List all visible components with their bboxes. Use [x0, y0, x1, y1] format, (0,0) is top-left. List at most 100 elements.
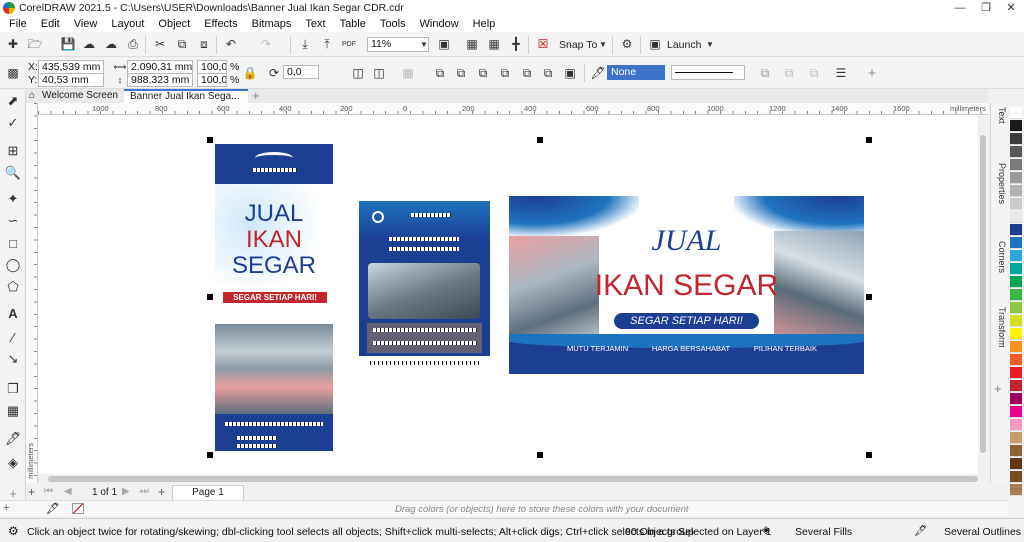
cloud-upload-icon[interactable]: ☁ [103, 36, 119, 52]
pick-tool-icon[interactable]: ⬈ [4, 92, 22, 110]
menu-view[interactable]: View [68, 18, 106, 30]
undo-icon[interactable]: ↶ [223, 36, 239, 52]
export-icon[interactable]: ⤒ [319, 36, 335, 52]
add-color-icon[interactable]: + [3, 502, 9, 514]
color-swatch[interactable] [1010, 328, 1022, 340]
ellipse-tool-icon[interactable]: ◯ [4, 256, 22, 274]
add-tab-icon[interactable]: + [248, 89, 266, 103]
open-folder-icon[interactable]: 🗁 [27, 36, 43, 52]
menu-layout[interactable]: Layout [105, 18, 152, 30]
color-swatch[interactable] [1010, 445, 1022, 457]
horizontal-ruler[interactable]: 1000 800 600 400 200 0 200 400 600 800 1… [38, 103, 988, 115]
color-swatch[interactable] [1010, 237, 1022, 249]
rectangle-tool-icon[interactable]: □ [4, 234, 22, 252]
connector-tool-icon[interactable]: ↘ [4, 350, 22, 368]
width-field[interactable]: 2.090,31 mm [127, 60, 193, 74]
horizontal-scrollbar[interactable] [38, 474, 988, 484]
previous-page-icon[interactable]: ◀ [64, 486, 72, 497]
docker-tab-transform[interactable]: Transform [993, 307, 1007, 348]
scale-height-field[interactable]: 100,0 [197, 73, 227, 87]
quick-customize-icon[interactable]: ⧉ [806, 65, 822, 81]
intersect-icon[interactable]: ▣ [562, 65, 578, 81]
outline-pen-icon[interactable]: 🖋 [914, 524, 927, 537]
chevron-down-icon[interactable]: ▼ [597, 37, 609, 53]
reference-point-icon[interactable]: ▩ [5, 65, 21, 81]
menu-table[interactable]: Table [334, 18, 374, 30]
color-swatch[interactable] [1010, 159, 1022, 171]
align-icon[interactable]: ☰ [833, 65, 849, 81]
copy-icon[interactable]: ⧉ [174, 36, 190, 52]
page-tab[interactable]: Page 1 [172, 485, 244, 500]
add-docker-icon[interactable]: + [994, 381, 1002, 396]
scroll-thumb[interactable] [48, 476, 978, 482]
next-page-icon[interactable]: ▶ [122, 486, 130, 497]
menu-edit[interactable]: Edit [35, 18, 68, 30]
paste-icon[interactable]: ⧈ [196, 36, 212, 52]
cloud-download-icon[interactable]: ☁ [81, 36, 97, 52]
selection-handle[interactable] [207, 294, 213, 300]
docker-tab-properties[interactable]: Properties [993, 163, 1007, 204]
minimize-button[interactable]: — [947, 0, 973, 16]
menu-help[interactable]: Help [467, 18, 504, 30]
chevron-down-icon[interactable]: ▼ [704, 37, 716, 53]
y-position-field[interactable]: 40,53 mm [38, 73, 104, 87]
color-swatch[interactable] [1010, 393, 1022, 405]
launch-icon[interactable]: ▣ [647, 36, 663, 52]
chevron-down-icon[interactable]: ▼ [418, 37, 430, 53]
artistic-media-tool-icon[interactable]: ∽ [4, 212, 22, 230]
color-swatch[interactable] [1010, 120, 1022, 132]
rotate-icon[interactable]: ⟳ [266, 65, 282, 81]
mirror-horizontal-icon[interactable]: ◫ [350, 65, 366, 81]
color-swatch[interactable] [1010, 289, 1022, 301]
tab-welcome-screen[interactable]: ⌂ Welcome Screen [26, 89, 124, 103]
color-swatch[interactable] [1010, 354, 1022, 366]
color-swatch[interactable] [1010, 198, 1022, 210]
no-color-swatch[interactable] [72, 503, 84, 514]
menu-tools[interactable]: Tools [374, 18, 414, 30]
save-icon[interactable]: 💾 [60, 36, 76, 52]
first-page-icon[interactable]: ⏮ [44, 486, 53, 497]
selection-handle[interactable] [866, 452, 872, 458]
selection-handle[interactable] [537, 452, 543, 458]
color-swatch[interactable] [1010, 224, 1022, 236]
publish-pdf-icon[interactable]: PDF [341, 36, 357, 52]
outline-pen-icon[interactable]: 🖋 [590, 65, 606, 81]
gear-icon[interactable]: ⚙ [8, 524, 19, 538]
weld-icon[interactable]: ⧉ [519, 65, 535, 81]
last-page-icon[interactable]: ⏭ [140, 486, 149, 497]
text-tool-icon[interactable]: A [4, 304, 22, 322]
transparency-tool-icon[interactable]: ▦ [4, 402, 22, 420]
new-document-icon[interactable]: ✚ [5, 36, 21, 52]
lock-ratio-icon[interactable]: 🔒 [242, 65, 258, 81]
color-swatch[interactable] [1010, 380, 1022, 392]
outline-width-select[interactable]: None [607, 65, 665, 80]
ungroup-icon[interactable]: ⧉ [453, 65, 469, 81]
color-swatch[interactable] [1010, 302, 1022, 314]
freehand-tool-icon[interactable]: ✦ [4, 190, 22, 208]
vertical-scrollbar[interactable] [978, 115, 988, 475]
x-banner-design[interactable]: JUAL IKAN SEGAR SEGAR SETIAP HARI! [215, 144, 333, 451]
color-swatch[interactable] [1010, 172, 1022, 184]
full-screen-icon[interactable]: ▣ [436, 36, 452, 52]
maximize-button[interactable]: ❐ [973, 0, 999, 16]
height-field[interactable]: 988,323 mm [127, 73, 193, 87]
angle-field[interactable]: 0,0 [283, 65, 319, 79]
zoom-tool-icon[interactable]: 🔍 [4, 164, 22, 182]
selection-handle[interactable] [207, 452, 213, 458]
selection-handle[interactable] [537, 137, 543, 143]
docker-tab-text[interactable]: Text [993, 107, 1007, 124]
color-swatch[interactable] [1010, 276, 1022, 288]
add-page-icon[interactable]: + [28, 485, 35, 499]
main-banner-design[interactable]: JUAL IKAN SEGAR SEGAR SETIAP HARI! MUTU … [509, 196, 864, 374]
tab-active-document[interactable]: Banner Jual Ikan Sega... [124, 89, 248, 103]
color-swatch[interactable] [1010, 146, 1022, 158]
polygon-tool-icon[interactable]: ⬠ [4, 278, 22, 296]
add-page-icon[interactable]: + [158, 485, 165, 499]
line-style-select[interactable] [671, 65, 745, 80]
color-swatch[interactable] [1010, 367, 1022, 379]
guidelines-icon[interactable]: ╋ [508, 36, 524, 52]
fill-icon[interactable]: ◈ [762, 524, 770, 536]
flyer-design[interactable] [359, 201, 490, 373]
vertical-ruler[interactable]: millimeters [26, 103, 38, 483]
color-swatch[interactable] [1010, 432, 1022, 444]
